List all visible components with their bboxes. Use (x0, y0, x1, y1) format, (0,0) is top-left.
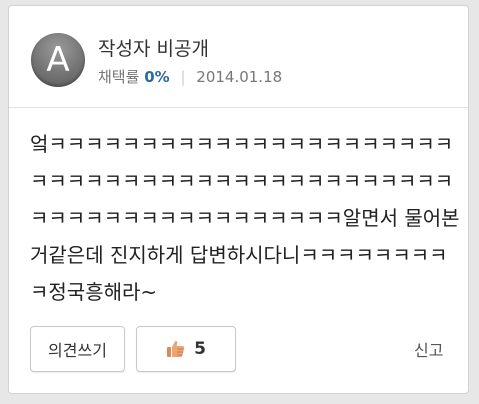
adoption-rate: 0% (144, 68, 170, 86)
write-opinion-label: 의견쓰기 (48, 341, 107, 360)
avatar: A (31, 33, 85, 87)
answer-body: 엌ㅋㅋㅋㅋㅋㅋㅋㅋㅋㅋㅋㅋㅋㅋㅋㅋㅋㅋㅋㅋㅋㅋㅋㅋㅋㅋㅋㅋㅋㅋㅋㅋㅋㅋㅋㅋㅋㅋㅋ… (30, 132, 460, 304)
write-opinion-button[interactable]: 의견쓰기 (30, 326, 125, 372)
answer-card: A 작성자 비공개 채택률 0% | 2014.01.18 엌ㅋㅋㅋㅋㅋㅋㅋㅋㅋ… (8, 5, 469, 394)
report-link[interactable]: 신고 (414, 337, 443, 361)
divider (9, 107, 468, 108)
meta-separator: | (180, 68, 186, 86)
author-name: 작성자 비공개 (98, 38, 209, 60)
post-date: 2014.01.18 (196, 68, 283, 86)
like-button[interactable]: 5 (136, 326, 236, 372)
thumbs-up-icon (166, 339, 186, 359)
adoption-label: 채택률 (98, 68, 140, 86)
author-meta: 채택률 0% | 2014.01.18 (98, 66, 282, 87)
like-count: 5 (194, 339, 206, 359)
